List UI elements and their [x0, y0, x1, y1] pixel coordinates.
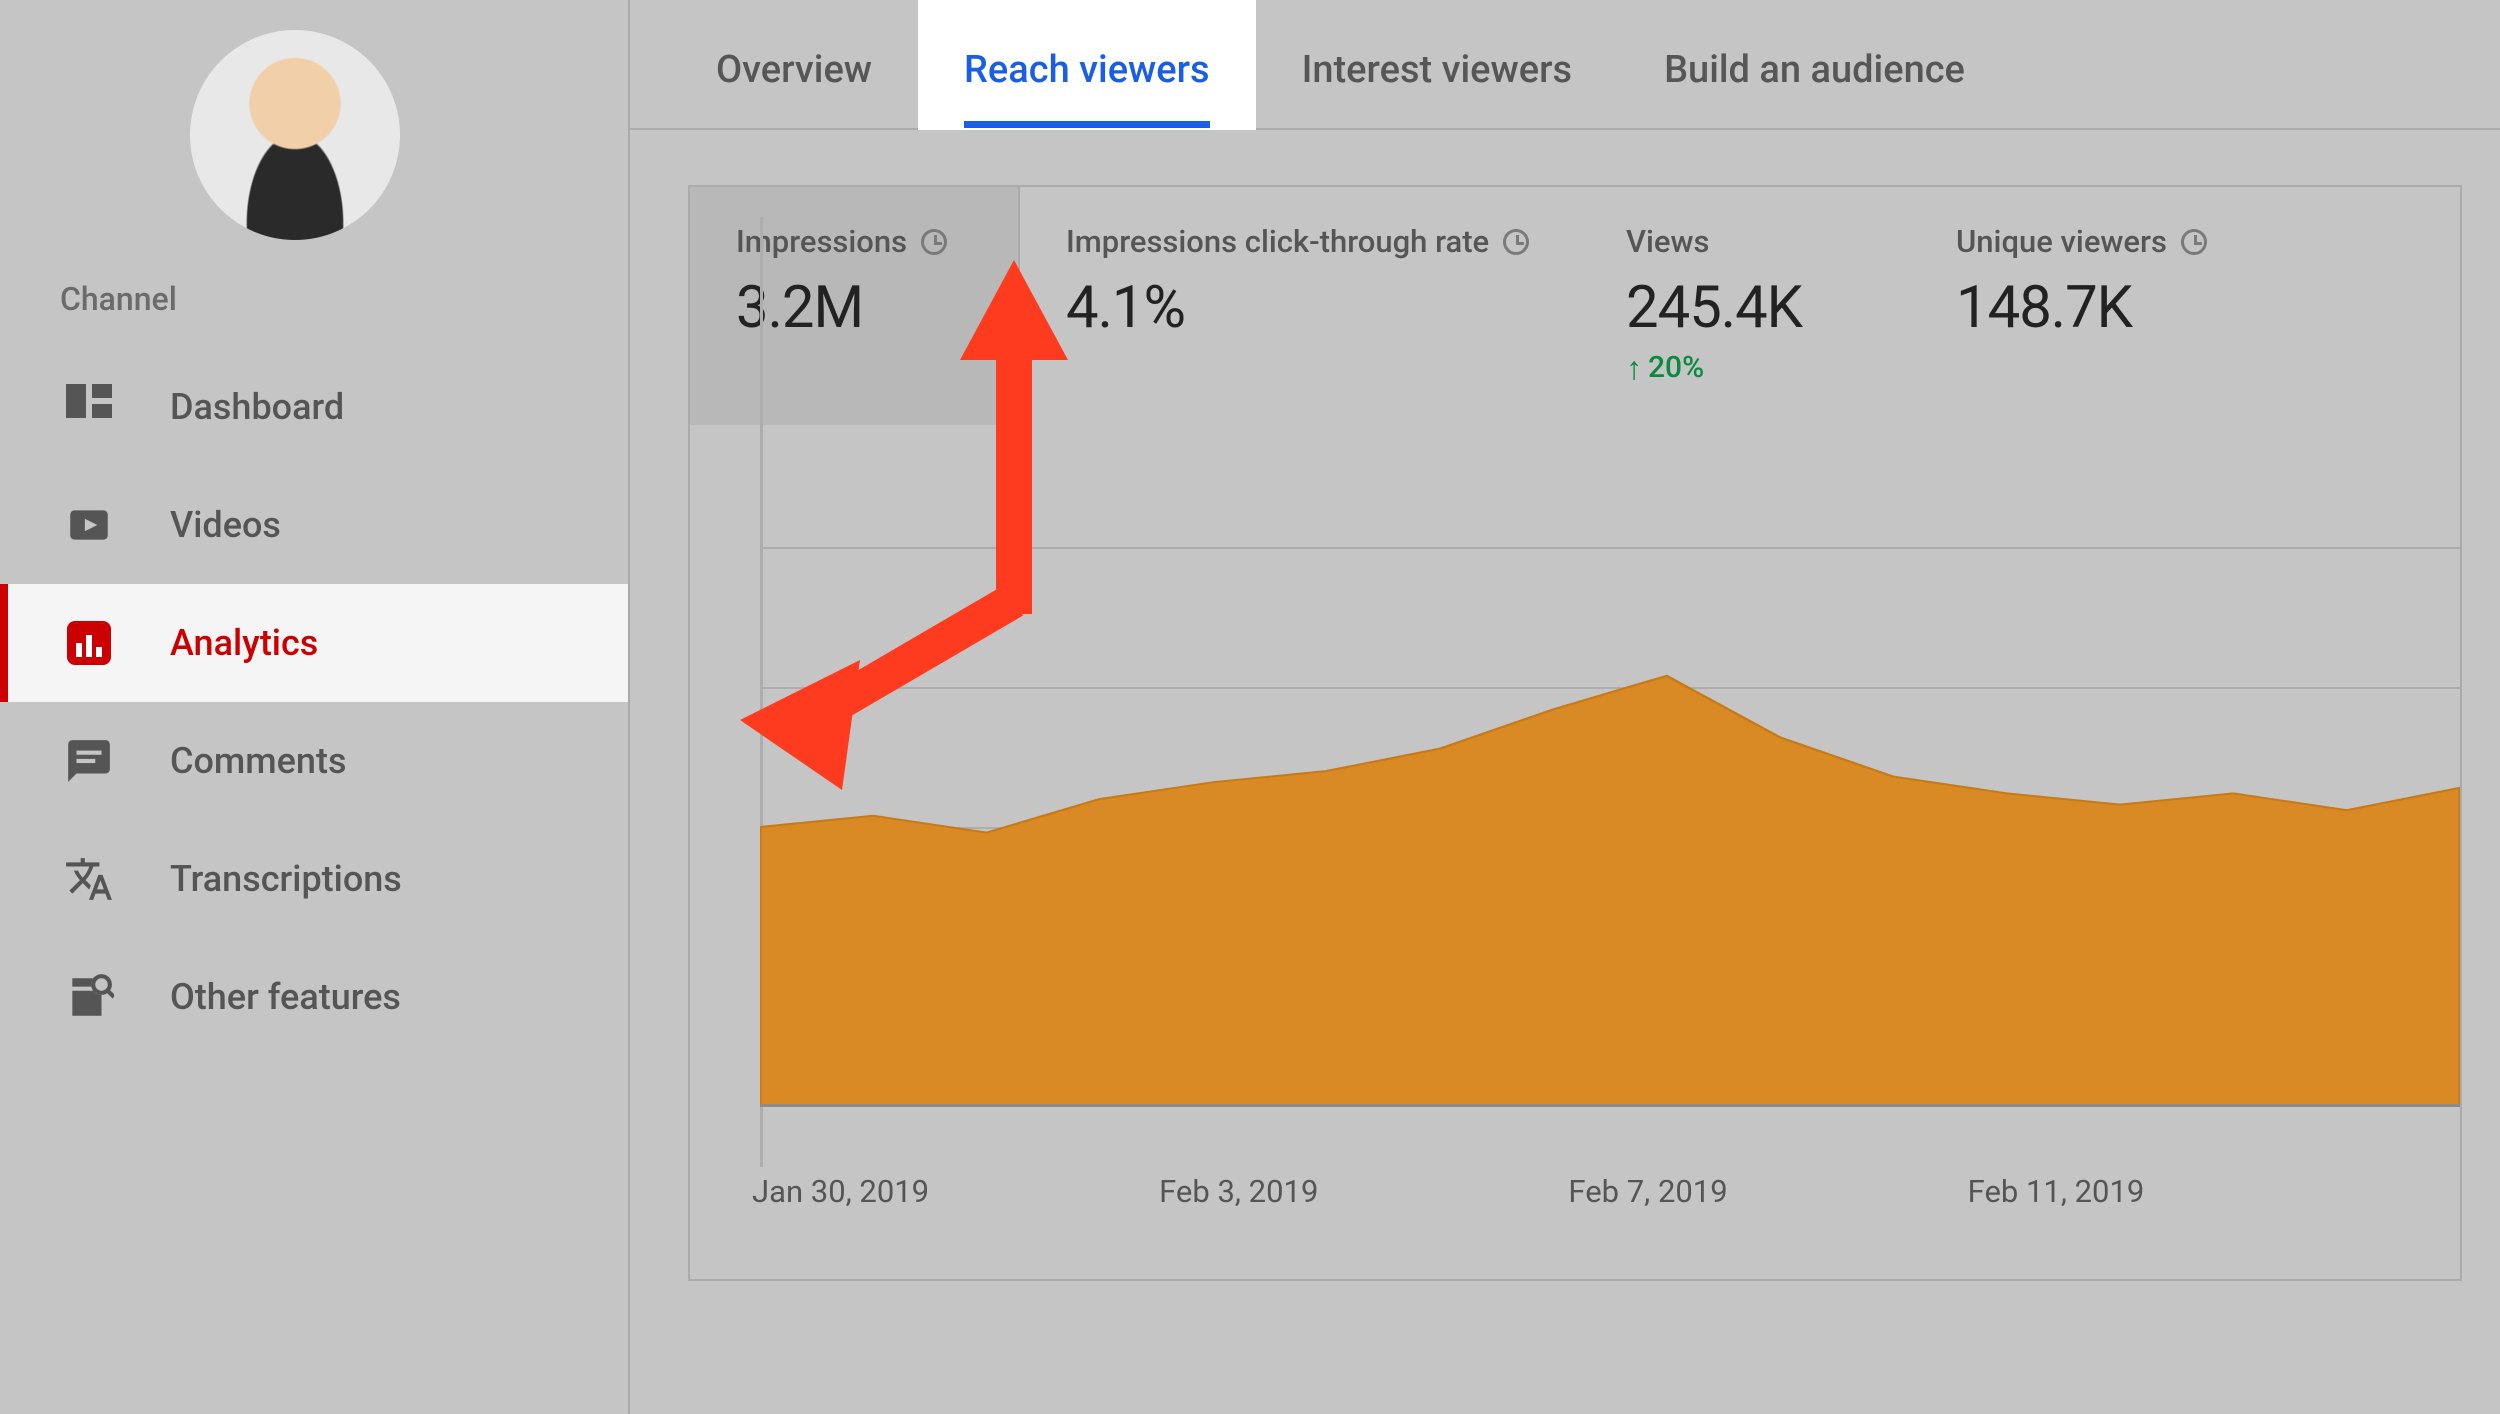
x-axis — [760, 1104, 2460, 1107]
metric-value: 3.2M — [736, 274, 968, 342]
sidebar-item-dashboard[interactable]: Dashboard — [0, 348, 628, 466]
impressions-chart — [760, 547, 2460, 1167]
tab-build-audience[interactable]: Build an audience — [1618, 48, 2011, 128]
clock-icon — [2181, 229, 2207, 255]
metric-delta-value: 20% — [1648, 350, 1704, 385]
metric-value: 4.1% — [1066, 274, 1530, 342]
chart-plot — [760, 547, 2460, 1107]
sidebar-item-label: Comments — [170, 740, 346, 782]
metric-ctr[interactable]: Impressions click-through rate 4.1% — [1020, 187, 1580, 425]
metric-value: 245.4K — [1626, 274, 1860, 342]
metric-unique-viewers[interactable]: Unique viewers 148.7K — [1910, 187, 2257, 425]
sidebar-item-label: Analytics — [170, 622, 318, 664]
sidebar-item-comments[interactable]: Comments — [0, 702, 628, 820]
avatar[interactable] — [190, 30, 400, 240]
clock-icon — [1503, 229, 1529, 255]
sidebar: Channel Dashboard Videos Analytics Comme… — [0, 0, 630, 1414]
x-tick-label: Feb 7, 2019 — [1568, 1173, 1727, 1210]
x-tick-label: Jan 30, 2019 — [752, 1173, 929, 1210]
x-tick-label: Feb 3, 2019 — [1159, 1173, 1318, 1210]
sidebar-item-label: Videos — [170, 504, 281, 546]
metric-views[interactable]: Views 245.4K ↑ 20% — [1580, 187, 1910, 425]
translate-icon — [64, 854, 114, 904]
other-features-icon — [64, 972, 114, 1022]
metric-label-text: Impressions click-through rate — [1066, 223, 1489, 260]
metric-label-text: Views — [1626, 223, 1709, 260]
metrics-card: Impressions 3.2M Impressions click-throu… — [688, 185, 2462, 1281]
x-tick-label: Feb 11, 2019 — [1968, 1173, 2145, 1210]
metrics-row: Impressions 3.2M Impressions click-throu… — [690, 187, 2460, 425]
sidebar-section-label: Channel — [60, 280, 628, 318]
main-content: Overview Reach viewers Interest viewers … — [630, 0, 2500, 1414]
sidebar-item-videos[interactable]: Videos — [0, 466, 628, 584]
sidebar-item-label: Other features — [170, 976, 401, 1018]
sidebar-item-analytics[interactable]: Analytics — [0, 584, 628, 702]
tab-reach-viewers[interactable]: Reach viewers — [918, 0, 1256, 128]
clock-icon — [921, 229, 947, 255]
area-series — [760, 547, 2460, 1107]
comments-icon — [64, 736, 114, 786]
sidebar-item-label: Transcriptions — [170, 858, 402, 900]
videos-icon — [64, 500, 114, 550]
metric-impressions[interactable]: Impressions 3.2M — [690, 187, 1020, 425]
metric-value: 148.7K — [1956, 274, 2207, 342]
dashboard-icon — [64, 382, 114, 432]
x-axis-labels: Jan 30, 2019 Feb 3, 2019 Feb 7, 2019 Feb… — [760, 1173, 2460, 1210]
tab-overview[interactable]: Overview — [670, 48, 918, 128]
tab-interest-viewers[interactable]: Interest viewers — [1256, 48, 1618, 128]
metric-delta: ↑ 20% — [1626, 350, 1860, 385]
analytics-icon — [64, 618, 114, 668]
sidebar-item-other-features[interactable]: Other features — [0, 938, 628, 1056]
sidebar-item-label: Dashboard — [170, 386, 344, 428]
up-arrow-icon: ↑ — [1626, 352, 1642, 384]
analytics-tabs: Overview Reach viewers Interest viewers … — [630, 0, 2500, 130]
metric-label-text: Unique viewers — [1956, 223, 2167, 260]
sidebar-item-transcriptions[interactable]: Transcriptions — [0, 820, 628, 938]
